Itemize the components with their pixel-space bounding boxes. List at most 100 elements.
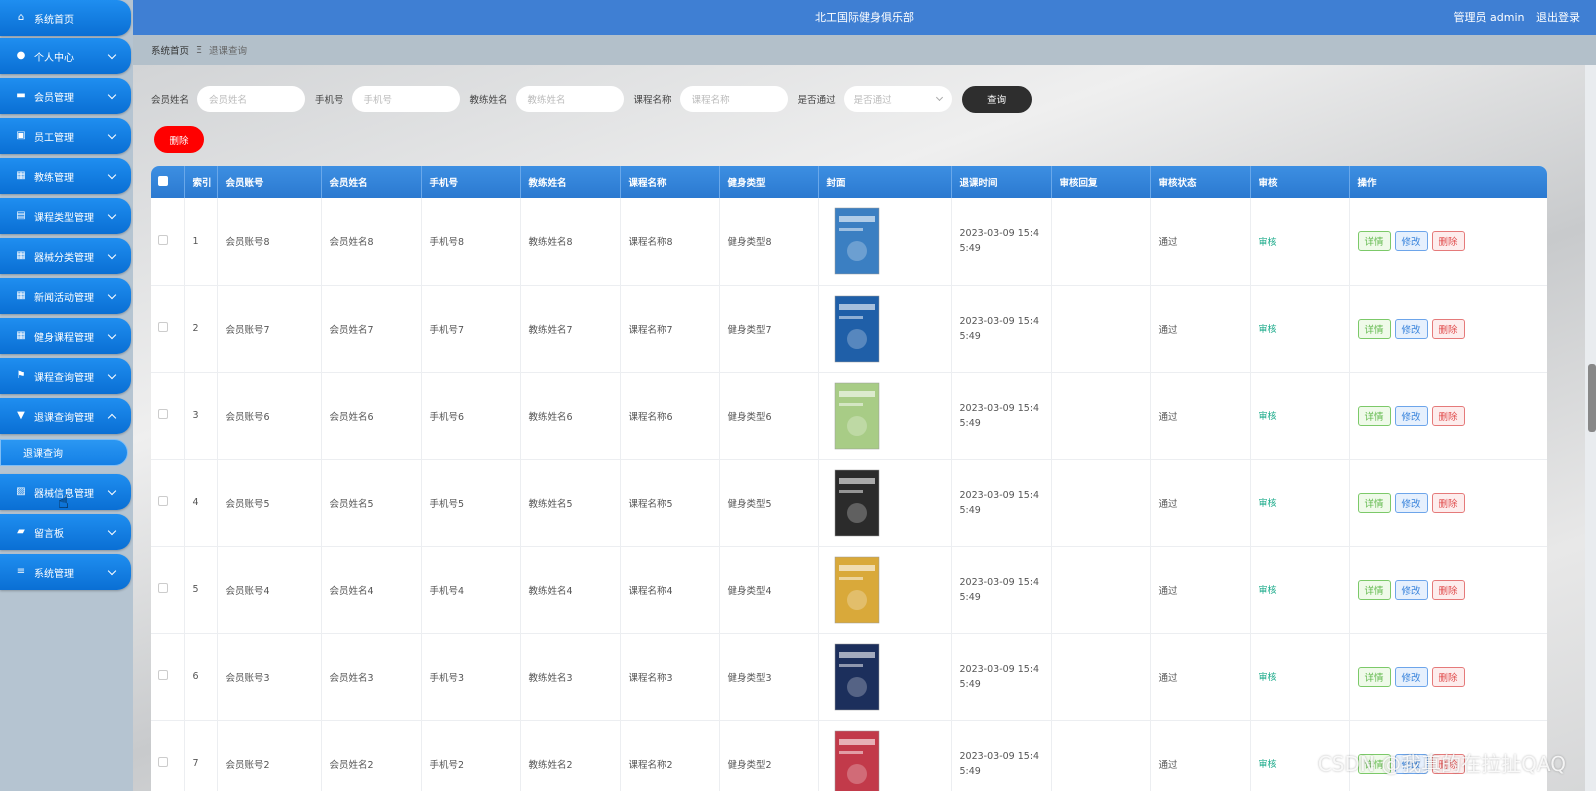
row-checkbox[interactable] (151, 459, 185, 547)
member-name-input[interactable]: 会员姓名 (197, 86, 306, 112)
audit-link[interactable]: 审核 (1259, 325, 1277, 335)
delete-button[interactable]: 删除 (1431, 666, 1465, 687)
detail-button[interactable]: 详情 (1357, 318, 1391, 339)
detail-button[interactable]: 详情 (1357, 492, 1391, 513)
cell-reply (1051, 198, 1151, 286)
submenu-item-withdraw-query[interactable]: 退课查询 (0, 439, 128, 466)
column-header: 操作 (1349, 166, 1547, 198)
row-checkbox[interactable] (151, 372, 185, 460)
sidebar-item-label: 器械分类管理 (34, 252, 94, 264)
comment-icon: ▼ (17, 410, 25, 421)
cell-index: 5 (184, 546, 218, 634)
withdraw-time: 2023-03-09 15:45:49 (959, 315, 1040, 342)
cell-index: 7 (184, 720, 218, 791)
audit-link[interactable]: 审核 (1259, 673, 1277, 683)
sidebar-item-label: 留言板 (34, 528, 64, 540)
cell-account: 会员账号4 (217, 546, 322, 634)
detail-button[interactable]: 详情 (1357, 666, 1391, 687)
audit-link[interactable]: 审核 (1259, 586, 1277, 596)
row-checkbox[interactable] (151, 198, 185, 286)
delete-button[interactable]: 删除 (1431, 492, 1465, 513)
select-all-checkbox[interactable] (151, 166, 185, 198)
sidebar-item-label: 健身课程管理 (34, 332, 94, 344)
sidebar-item-10[interactable]: ⚑ 课程查询管理 (0, 358, 131, 394)
cell-coach: 教练姓名3 (520, 633, 621, 721)
sidebar-item-6[interactable]: ▤ 课程类型管理 (0, 198, 131, 234)
sidebar-item-9[interactable]: ▦ 健身课程管理 (0, 318, 131, 354)
grid-icon: ▦ (16, 170, 26, 181)
column-header: 健身类型 (719, 166, 819, 198)
approved-select[interactable]: 是否通过 (843, 86, 952, 112)
sidebar-item-11[interactable]: ▼ 退课查询管理 (0, 398, 131, 434)
cell-account: 会员账号7 (217, 285, 322, 373)
cell-name: 会员姓名7 (321, 285, 422, 373)
logout-link[interactable]: 退出登录 (1536, 11, 1580, 24)
sidebar-item-3[interactable]: ▬ 会员管理 (0, 78, 131, 114)
cell-name: 会员姓名3 (321, 633, 422, 721)
query-button[interactable]: 查询 (961, 85, 1032, 113)
withdraw-time: 2023-03-09 15:45:49 (959, 663, 1040, 690)
pointer-cursor-icon: ☝ (58, 492, 69, 513)
row-checkbox[interactable] (151, 720, 185, 791)
cell-time: 2023-03-09 15:45:49 (951, 633, 1052, 721)
sidebar-item-7[interactable]: ▦ 器械分类管理 (0, 238, 131, 274)
edit-button[interactable]: 修改 (1394, 492, 1428, 513)
cover-image (827, 206, 887, 276)
phone-input[interactable]: 手机号 (351, 86, 460, 112)
cell-time: 2023-03-09 15:45:49 (951, 720, 1052, 791)
edit-button[interactable]: 修改 (1394, 318, 1428, 339)
audit-link[interactable]: 审核 (1259, 760, 1277, 770)
sidebar-item-2[interactable]: ● 个人中心 (0, 38, 131, 74)
cell-type: 健身类型5 (719, 459, 819, 547)
grid-icon: ▦ (16, 250, 26, 261)
cell-audit: 审核 (1250, 633, 1350, 721)
chart-icon: ▨ (16, 486, 26, 497)
cell-cover (818, 720, 952, 791)
cell-ops: 详情 修改 删除 (1349, 198, 1547, 286)
edit-button[interactable]: 修改 (1394, 666, 1428, 687)
sidebar-item-8[interactable]: ▦ 新闻活动管理 (0, 278, 131, 314)
audit-link[interactable]: 审核 (1259, 412, 1277, 422)
cell-time: 2023-03-09 15:45:49 (951, 285, 1052, 373)
audit-link[interactable]: 审核 (1259, 238, 1277, 248)
grid-icon: ▦ (16, 330, 26, 341)
cell-account: 会员账号2 (217, 720, 322, 791)
edit-button[interactable]: 修改 (1394, 405, 1428, 426)
detail-button[interactable]: 详情 (1357, 231, 1391, 252)
sidebar-item-label: 教练管理 (34, 172, 74, 184)
sidebar-item-5[interactable]: ▦ 教练管理 (0, 158, 131, 194)
scrollbar-thumb[interactable] (1588, 364, 1596, 432)
detail-button[interactable]: 详情 (1357, 579, 1391, 600)
delete-button[interactable]: 删除 (1431, 579, 1465, 600)
detail-button[interactable]: 详情 (1357, 405, 1391, 426)
sidebar-item-13[interactable]: ▰ 留言板 (0, 514, 131, 550)
batch-delete-button[interactable]: 删除 (154, 126, 204, 153)
coach-name-input[interactable]: 教练姓名 (515, 86, 624, 112)
delete-button[interactable]: 删除 (1431, 318, 1465, 339)
delete-button[interactable]: 删除 (1431, 231, 1465, 252)
cell-time: 2023-03-09 15:45:49 (951, 198, 1052, 286)
sidebar-item-4[interactable]: ▣ 员工管理 (0, 118, 131, 154)
sidebar-item-14[interactable]: ≡ 系统管理 (0, 554, 131, 590)
column-header: 审核 (1250, 166, 1350, 198)
cell-reply (1051, 546, 1151, 634)
table-row: 1 会员账号8 会员姓名8 手机号8 教练姓名8 课程名称8 健身类型8 2023-03-09… (151, 198, 1547, 286)
cell-coach: 教练姓名2 (520, 720, 621, 791)
phone-label: 手机号 (315, 95, 344, 106)
cell-reply (1051, 372, 1151, 460)
cell-course: 课程名称8 (620, 198, 720, 286)
chevron-down-icon (107, 50, 117, 59)
course-name-input[interactable]: 课程名称 (679, 86, 788, 112)
sidebar-item-1[interactable]: ⌂ 系统首页 (0, 0, 131, 36)
row-checkbox[interactable] (151, 633, 185, 721)
row-checkbox[interactable] (151, 546, 185, 634)
edit-button[interactable]: 修改 (1394, 579, 1428, 600)
sidebar-item-label: 会员管理 (34, 92, 74, 104)
row-checkbox[interactable] (151, 285, 185, 373)
sidebar-item-label: 系统管理 (34, 568, 74, 580)
cover-image (827, 555, 887, 625)
audit-link[interactable]: 审核 (1259, 499, 1277, 509)
breadcrumb-home[interactable]: 系统首页 (151, 43, 189, 57)
delete-button[interactable]: 删除 (1431, 405, 1465, 426)
edit-button[interactable]: 修改 (1394, 231, 1428, 252)
